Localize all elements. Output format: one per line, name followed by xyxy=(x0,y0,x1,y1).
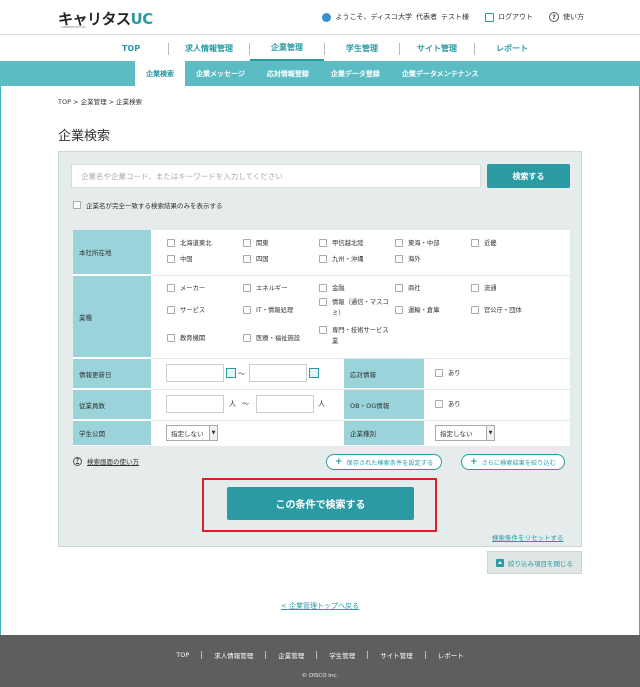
subnav-company-message[interactable]: 企業メッセージ xyxy=(185,61,256,86)
option-maker[interactable]: メーカー xyxy=(167,283,205,294)
nav-company[interactable]: 企業管理 xyxy=(250,35,324,62)
subnav-company-search[interactable]: 企業検索 xyxy=(135,61,185,86)
plus-icon: + xyxy=(470,456,478,467)
subnav-data-maintenance[interactable]: 企業データメンテナンス xyxy=(391,61,490,86)
footer-link-report[interactable]: レポート xyxy=(438,650,464,660)
exact-match-label: 企業名が完全一致する検索結果のみを表示する xyxy=(86,202,223,210)
user-name: テスト様 xyxy=(441,13,469,21)
option-tokai[interactable]: 東海・中部 xyxy=(395,238,439,249)
nav-top[interactable]: TOP xyxy=(94,35,168,62)
option-kanto[interactable]: 関東 xyxy=(243,238,269,249)
footer-link-company[interactable]: 企業管理 xyxy=(278,650,304,660)
option-kyushu[interactable]: 九州・沖縄 xyxy=(319,254,363,265)
search-help-link[interactable]: ? 検索画面の使い方 xyxy=(73,456,139,466)
footer-link-top[interactable]: TOP xyxy=(176,651,189,659)
option-logistics[interactable]: 運輸・倉庫 xyxy=(395,305,439,316)
help-icon[interactable]: ? xyxy=(549,12,559,22)
refine-button[interactable]: + さらに検索結果を絞り込む xyxy=(461,454,565,470)
nav-student[interactable]: 学生管理 xyxy=(325,35,399,62)
updated-header: 情報更新日 xyxy=(73,359,151,389)
copyright: © DISCO Inc. xyxy=(301,673,339,679)
student-public-header: 学生公開 xyxy=(73,421,151,446)
employees-header: 従業員数 xyxy=(73,390,151,420)
option-retail[interactable]: 流通 xyxy=(471,283,497,294)
close-filters-button[interactable]: 絞り込み項目を閉じる xyxy=(487,551,582,574)
logout-link[interactable]: ログアウト xyxy=(498,12,533,22)
user-role: 代表者 xyxy=(416,13,437,21)
user-area: ようこそ、ディスコ大学 代表者 テスト様 ログアウト ? 使い方 xyxy=(322,12,584,22)
nav-job-info[interactable]: 求人情報管理 xyxy=(169,35,249,62)
employees-unit-1: 人 xyxy=(229,400,236,408)
employees-tilde: ～ xyxy=(242,400,249,408)
footer-link-job-info[interactable]: 求人情報管理 xyxy=(214,650,253,660)
chevron-down-icon: ▼ xyxy=(486,426,494,440)
logo-subtitle: CAREERTASU UC xyxy=(61,25,86,29)
option-professional[interactable]: 専門・技術サービス業 xyxy=(319,325,391,347)
calendar-icon[interactable] xyxy=(226,368,236,378)
footer-link-student[interactable]: 学生管理 xyxy=(329,650,355,660)
updated-to-input[interactable] xyxy=(249,364,307,382)
exact-match-checkbox[interactable] xyxy=(73,201,81,209)
breadcrumb[interactable]: TOP > 企業管理 > 企業検索 xyxy=(58,96,142,106)
option-trading[interactable]: 商社 xyxy=(395,283,421,294)
employees-to-input[interactable] xyxy=(256,395,314,413)
option-energy[interactable]: エネルギー xyxy=(243,283,287,294)
footer: TOP 求人情報管理 企業管理 学生管理 サイト管理 レポート © DISCO … xyxy=(0,635,640,687)
calendar-icon[interactable] xyxy=(309,368,319,378)
logout-icon[interactable] xyxy=(485,12,494,22)
chevron-down-icon: ▼ xyxy=(209,426,217,440)
option-koshinetsu[interactable]: 甲信越北陸 xyxy=(319,238,363,249)
nav-site[interactable]: サイト管理 xyxy=(400,35,474,62)
option-it[interactable]: IT・情報処理 xyxy=(243,305,293,316)
option-kinki[interactable]: 近畿 xyxy=(471,238,497,249)
option-finance[interactable]: 金融 xyxy=(319,283,345,294)
updated-from-input[interactable] xyxy=(166,364,224,382)
employees-unit-2: 人 xyxy=(318,400,325,408)
company-type-select[interactable]: 指定しない ▼ xyxy=(435,425,495,441)
subnav-response-register[interactable]: 応対情報登録 xyxy=(256,61,320,86)
page-title: 企業検索 xyxy=(58,129,111,144)
student-public-select[interactable]: 指定しない ▼ xyxy=(166,425,218,441)
nav-report[interactable]: レポート xyxy=(475,35,549,62)
help-icon: ? xyxy=(73,456,82,466)
industry-header: 業種 xyxy=(73,276,151,358)
sub-nav: 企業検索 企業メッセージ 応対情報登録 企業データ登録 企業データメンテナンス xyxy=(0,61,640,86)
option-government[interactable]: 官公庁・団体 xyxy=(471,305,522,316)
search-input[interactable]: 企業名や企業コード、またはキーワードを入力してください xyxy=(71,164,481,188)
search-button[interactable]: 検索する xyxy=(487,164,570,188)
header: キャリタスUC CAREERTASU UC ようこそ、ディスコ大学 代表者 テス… xyxy=(0,0,640,34)
obog-header: OB・OG情報 xyxy=(344,390,424,420)
footer-link-site[interactable]: サイト管理 xyxy=(380,650,413,660)
help-link-header[interactable]: 使い方 xyxy=(563,12,584,22)
reset-conditions-link[interactable]: 検索条件をリセットする xyxy=(492,532,564,542)
company-type-header: 企業種別 xyxy=(344,421,424,446)
option-media[interactable]: 情報（通信・マスコミ） xyxy=(319,297,391,319)
option-education[interactable]: 教育機関 xyxy=(167,333,205,344)
response-checkbox[interactable]: あり xyxy=(435,368,461,379)
location-header: 本社所在地 xyxy=(73,230,151,275)
chevron-up-icon xyxy=(496,558,504,567)
updated-tilde: ～ xyxy=(238,370,245,378)
employees-from-input[interactable] xyxy=(166,395,224,413)
option-service[interactable]: サービス xyxy=(167,305,205,316)
option-hokkaido[interactable]: 北海道東北 xyxy=(167,238,211,249)
filter-table: 本社所在地 北海道東北 関東 甲信越北陸 東海・中部 近畿 中国 四国 九州・沖… xyxy=(73,230,570,446)
response-header: 応対情報 xyxy=(344,359,424,389)
obog-checkbox[interactable]: あり xyxy=(435,399,461,410)
plus-icon: + xyxy=(335,456,343,467)
option-shikoku[interactable]: 四国 xyxy=(243,254,269,265)
option-overseas[interactable]: 海外 xyxy=(395,254,421,265)
option-medical[interactable]: 医療・福祉施設 xyxy=(243,333,300,344)
subnav-data-register[interactable]: 企業データ登録 xyxy=(320,61,391,86)
exact-match-row[interactable]: 企業名が完全一致する検索結果のみを表示する xyxy=(73,200,223,210)
main-nav: TOP 求人情報管理 企業管理 学生管理 サイト管理 レポート xyxy=(0,34,640,62)
welcome-text: ようこそ、ディスコ大学 xyxy=(335,13,412,21)
search-panel: 企業名や企業コード、またはキーワードを入力してください 検索する 企業名が完全一… xyxy=(58,151,582,547)
saved-conditions-button[interactable]: + 保存された検索条件を設定する xyxy=(326,454,443,470)
back-to-company-top-link[interactable]: < 企業管理トップへ戻る xyxy=(0,601,640,611)
search-with-conditions-button[interactable]: この条件で検索する xyxy=(227,487,414,520)
option-chugoku[interactable]: 中国 xyxy=(167,254,193,265)
user-icon xyxy=(322,12,332,22)
